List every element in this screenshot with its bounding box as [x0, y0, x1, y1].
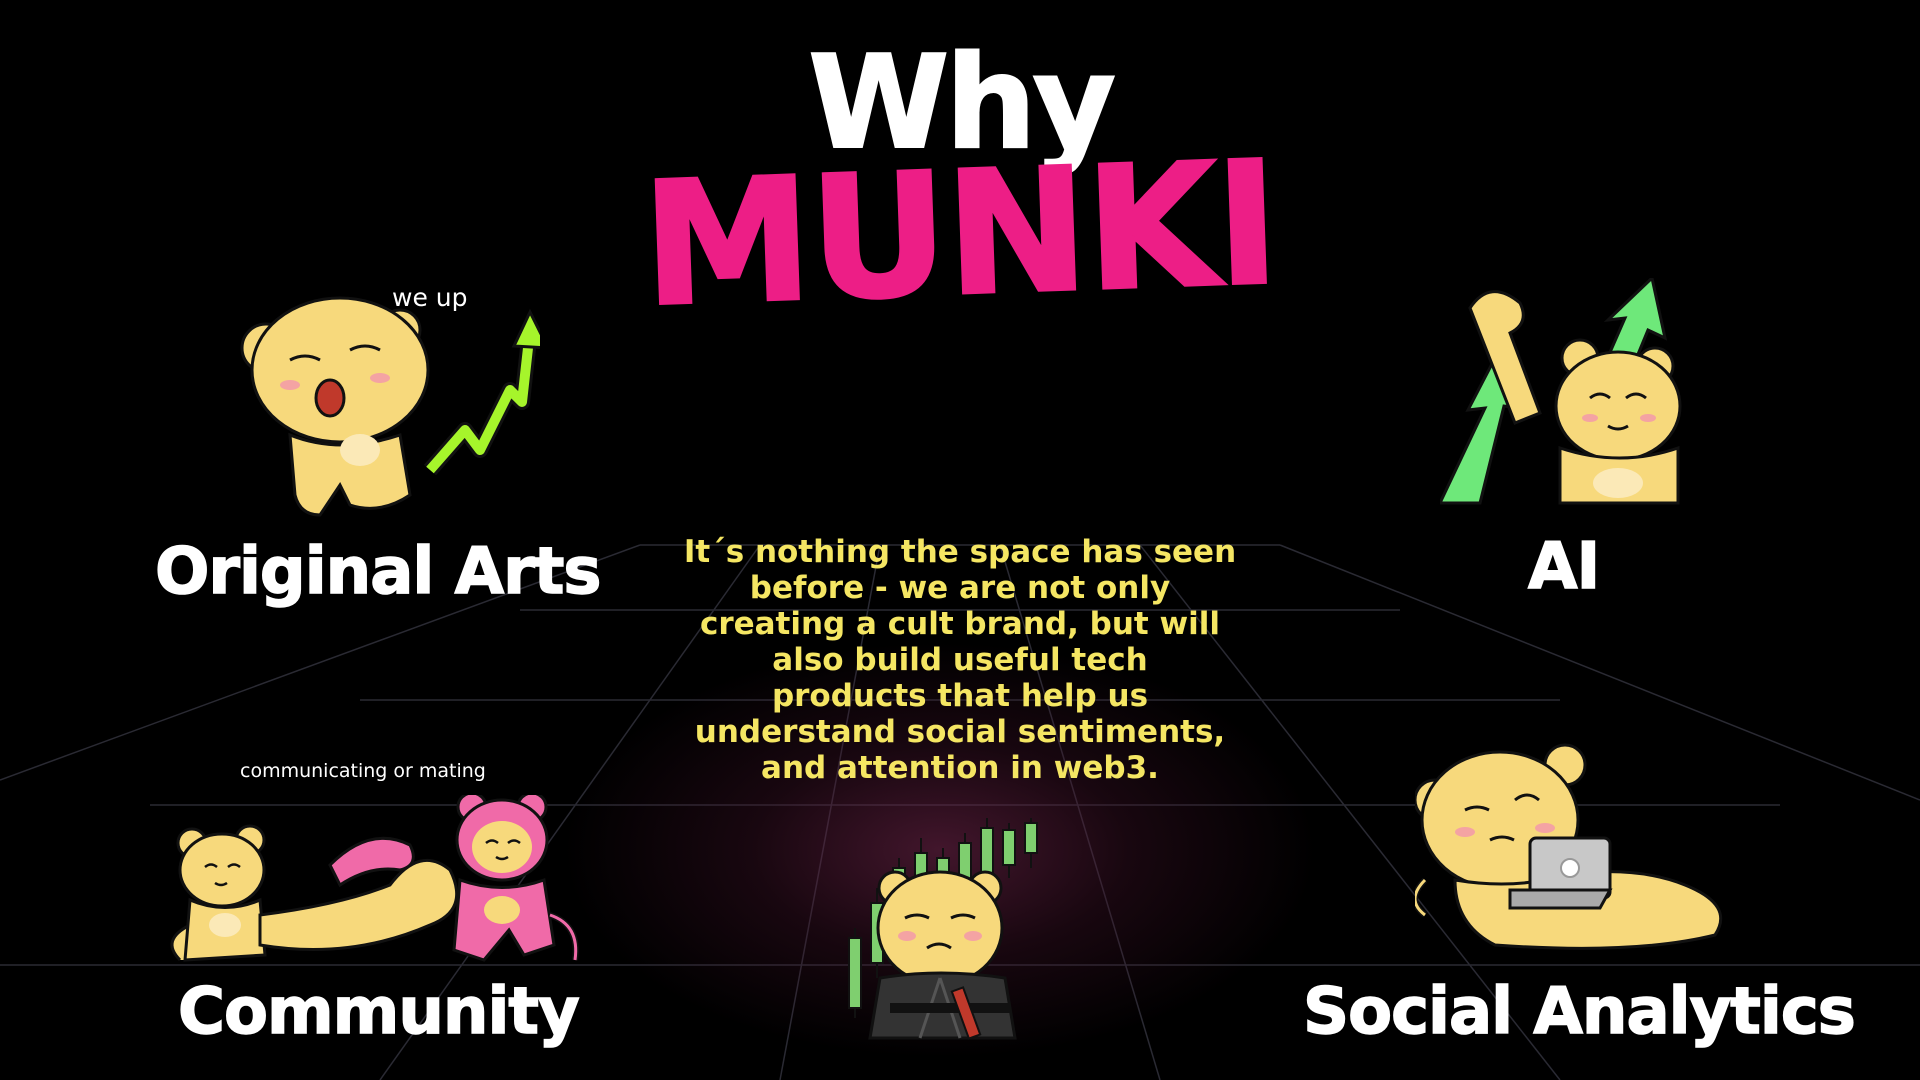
ai-label: AI [1527, 530, 1601, 604]
blurb-line: also build useful tech [772, 642, 1148, 678]
community-caption: communicating or mating [240, 760, 486, 782]
munki-ninja-candles-icon [848, 818, 1038, 1040]
blurb-line: and attention in web3. [761, 750, 1159, 786]
blurb-line: before - we are not only [749, 570, 1171, 606]
munkis-handshake-icon [170, 795, 579, 962]
why-munki-slide: Why MUNKI we up Original Arts AI It´s no… [0, 0, 1920, 1080]
blurb-text: It´s nothing the space has seen before -… [660, 534, 1260, 786]
original-arts-caption: we up [392, 283, 468, 312]
blurb-line: products that help us [771, 678, 1149, 714]
blurb-line: creating a cult brand, but will [699, 606, 1221, 642]
munki-laptop-icon [1415, 743, 1723, 950]
blurb-line: It´s nothing the space has seen [683, 534, 1237, 570]
munki-cheering-arrows-icon [1440, 278, 1682, 505]
social-analytics-label: Social Analytics [1302, 975, 1856, 1049]
blurb-line: understand social sentiments, [694, 714, 1226, 750]
original-arts-label: Original Arts [154, 535, 602, 609]
community-label: Community [177, 975, 580, 1049]
munki-yawning-arrow-icon [240, 296, 540, 517]
